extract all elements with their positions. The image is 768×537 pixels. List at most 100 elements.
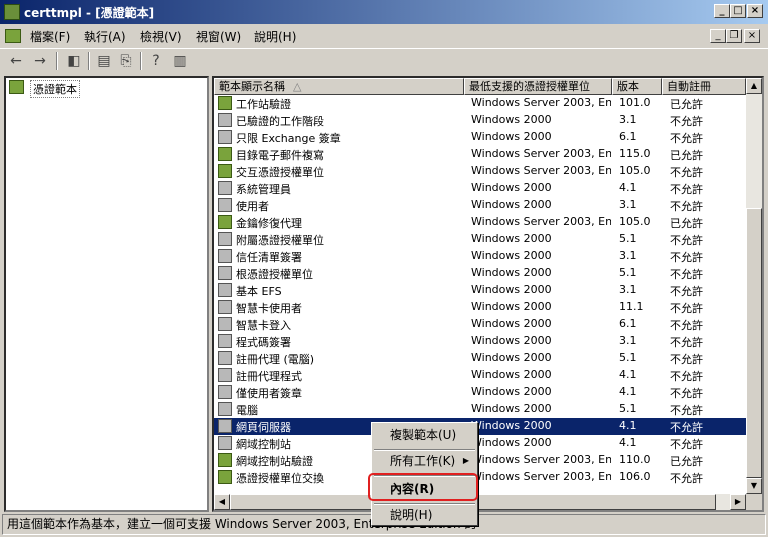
- cell-autoenroll: 不允許: [670, 234, 703, 247]
- horizontal-scrollbar[interactable]: ◀ ▶: [214, 494, 746, 510]
- cell-template-name: 僅使用者簽章: [236, 387, 302, 400]
- action-pane-icon[interactable]: ▥: [170, 51, 190, 71]
- table-row[interactable]: 網頁伺服器 Windows 2000 4.1 不允許: [214, 418, 746, 435]
- cell-version: 4.1: [619, 181, 637, 194]
- table-row[interactable]: 僅使用者簽章 Windows 2000 4.1 不允許: [214, 384, 746, 401]
- certificate-template-icon: [218, 215, 232, 229]
- cell-version: 5.1: [619, 402, 637, 415]
- menu-all-tasks[interactable]: 所有工作(K) ▶: [374, 451, 475, 471]
- cell-min-ca: Windows Server 2003, Ent...: [471, 453, 611, 466]
- table-row[interactable]: 使用者 Windows 2000 3.1 不允許: [214, 197, 746, 214]
- table-row[interactable]: 電腦 Windows 2000 5.1 不允許: [214, 401, 746, 418]
- cell-template-name: 系統管理員: [236, 183, 291, 196]
- scroll-left-button[interactable]: ◀: [214, 494, 230, 510]
- export-list-icon[interactable]: ⎘: [116, 51, 136, 71]
- table-row[interactable]: 根憑證授權單位 Windows 2000 5.1 不允許: [214, 265, 746, 282]
- menu-action[interactable]: 執行(A): [84, 28, 126, 45]
- table-row[interactable]: 智慧卡使用者 Windows 2000 11.1 不允許: [214, 299, 746, 316]
- cell-min-ca: Windows 2000: [471, 385, 552, 398]
- mdi-close-button[interactable]: ×: [744, 29, 760, 43]
- cell-version: 115.0: [619, 147, 651, 160]
- certificate-template-icon: [218, 181, 232, 195]
- cell-version: 3.1: [619, 113, 637, 126]
- table-row[interactable]: 已驗證的工作階段 Windows 2000 3.1 不允許: [214, 112, 746, 129]
- toolbar-separator: [56, 52, 58, 70]
- table-row[interactable]: 程式碼簽署 Windows 2000 3.1 不允許: [214, 333, 746, 350]
- table-row[interactable]: 網域控制站驗證Windows Server 2003, Ent...110.0已…: [214, 452, 746, 469]
- table-row[interactable]: 只限 Exchange 簽章 Windows 2000 6.1 不允許: [214, 129, 746, 146]
- maximize-button[interactable]: □: [730, 4, 746, 18]
- toolbar: ← → ◧ ▤ ⎘ ? ▥: [0, 48, 768, 73]
- table-row[interactable]: 智慧卡登入 Windows 2000 6.1 不允許: [214, 316, 746, 333]
- table-row[interactable]: 基本 EFS Windows 2000 3.1 不允許: [214, 282, 746, 299]
- column-header-autoenroll[interactable]: 自動註冊: [662, 78, 746, 95]
- console-icon[interactable]: [5, 29, 21, 43]
- scroll-thumb[interactable]: [746, 208, 762, 478]
- certificate-template-icon: [218, 113, 232, 127]
- mdi-minimize-button[interactable]: _: [710, 29, 726, 43]
- scroll-corner: [746, 494, 762, 510]
- column-header-ca[interactable]: 最低支援的憑證授權單位: [464, 78, 612, 95]
- menu-window[interactable]: 視窗(W): [196, 28, 241, 45]
- cell-version: 106.0: [619, 470, 651, 483]
- scroll-up-button[interactable]: ▲: [746, 78, 762, 94]
- table-row[interactable]: 註冊代理程式 Windows 2000 4.1 不允許: [214, 367, 746, 384]
- show-tree-icon[interactable]: ◧: [64, 51, 84, 71]
- mdi-restore-button[interactable]: ❐: [726, 29, 742, 43]
- properties-icon[interactable]: ▤: [94, 51, 114, 71]
- column-header-version[interactable]: 版本: [612, 78, 662, 95]
- cell-version: 105.0: [619, 215, 651, 228]
- cell-version: 4.1: [619, 436, 637, 449]
- cell-autoenroll: 不允許: [670, 387, 703, 400]
- cell-autoenroll: 不允許: [670, 319, 703, 332]
- scroll-right-button[interactable]: ▶: [730, 494, 746, 510]
- minimize-button[interactable]: _: [714, 4, 730, 18]
- menu-copy-template[interactable]: 複製範本(U): [374, 425, 475, 445]
- back-arrow-icon[interactable]: ←: [6, 51, 26, 71]
- menu-help-item[interactable]: 說明(H): [374, 505, 475, 525]
- certificate-template-icon: [218, 436, 232, 450]
- table-row[interactable]: 附屬憑證授權單位 Windows 2000 5.1 不允許: [214, 231, 746, 248]
- toolbar-separator: [140, 52, 142, 70]
- menu-help[interactable]: 說明(H): [254, 28, 296, 45]
- table-row[interactable]: 註冊代理 (電腦) Windows 2000 5.1 不允許: [214, 350, 746, 367]
- table-row[interactable]: 目錄電子郵件複寫 Windows Server 2003, Ent... 115.0…: [214, 146, 746, 163]
- table-row[interactable]: 交互憑證授權單位 Windows Server 2003, Ent... 105.0…: [214, 163, 746, 180]
- column-header-name[interactable]: 範本顯示名稱 △: [214, 78, 464, 95]
- tree-item-templates[interactable]: 憑證範本: [30, 80, 80, 98]
- cell-template-name: 註冊代理 (電腦): [236, 353, 315, 366]
- certificate-template-icon: [218, 283, 232, 297]
- cell-version: 4.1: [619, 419, 637, 432]
- table-row[interactable]: 憑證授權單位交換Windows Server 2003, Ent...106.0…: [214, 469, 746, 486]
- cell-autoenroll: 已允許: [670, 217, 703, 230]
- cell-min-ca: Windows 2000: [471, 317, 552, 330]
- cell-template-name: 智慧卡使用者: [236, 302, 302, 315]
- cell-autoenroll: 不允許: [670, 336, 703, 349]
- table-row[interactable]: 系統管理員 Windows 2000 4.1 不允許: [214, 180, 746, 197]
- cell-min-ca: Windows Server 2003, Ent...: [471, 164, 611, 177]
- sort-ascending-icon: △: [293, 80, 302, 93]
- vertical-scrollbar[interactable]: ▲ ▼: [746, 78, 762, 494]
- close-button[interactable]: ×: [747, 4, 763, 18]
- cell-min-ca: Windows 2000: [471, 419, 552, 432]
- cell-autoenroll: 已允許: [670, 149, 703, 162]
- certificate-template-icon: [218, 249, 232, 263]
- app-icon: [4, 4, 20, 20]
- help-icon[interactable]: ?: [146, 51, 166, 71]
- certificate-template-icon: [218, 164, 232, 178]
- column-header-label: 範本顯示名稱: [219, 80, 285, 93]
- menu-view[interactable]: 檢視(V): [140, 28, 182, 45]
- cell-version: 5.1: [619, 266, 637, 279]
- cell-autoenroll: 已允許: [670, 455, 703, 468]
- table-row[interactable]: 金鑰修復代理 Windows Server 2003, Ent... 105.0 已允…: [214, 214, 746, 231]
- forward-arrow-icon[interactable]: →: [30, 51, 50, 71]
- cell-autoenroll: 不允許: [670, 183, 703, 196]
- cell-min-ca: Windows Server 2003, Ent...: [471, 215, 611, 228]
- cell-version: 3.1: [619, 198, 637, 211]
- table-row[interactable]: 網域控制站 Windows 2000 4.1 不允許: [214, 435, 746, 452]
- menu-file[interactable]: 檔案(F): [30, 28, 70, 45]
- table-row[interactable]: 工作站驗證 Windows Server 2003, Ent... 101.0 已允許: [214, 95, 746, 112]
- cell-template-name: 信任清單簽署: [236, 251, 302, 264]
- table-row[interactable]: 信任清單簽署 Windows 2000 3.1 不允許: [214, 248, 746, 265]
- scroll-down-button[interactable]: ▼: [746, 478, 762, 494]
